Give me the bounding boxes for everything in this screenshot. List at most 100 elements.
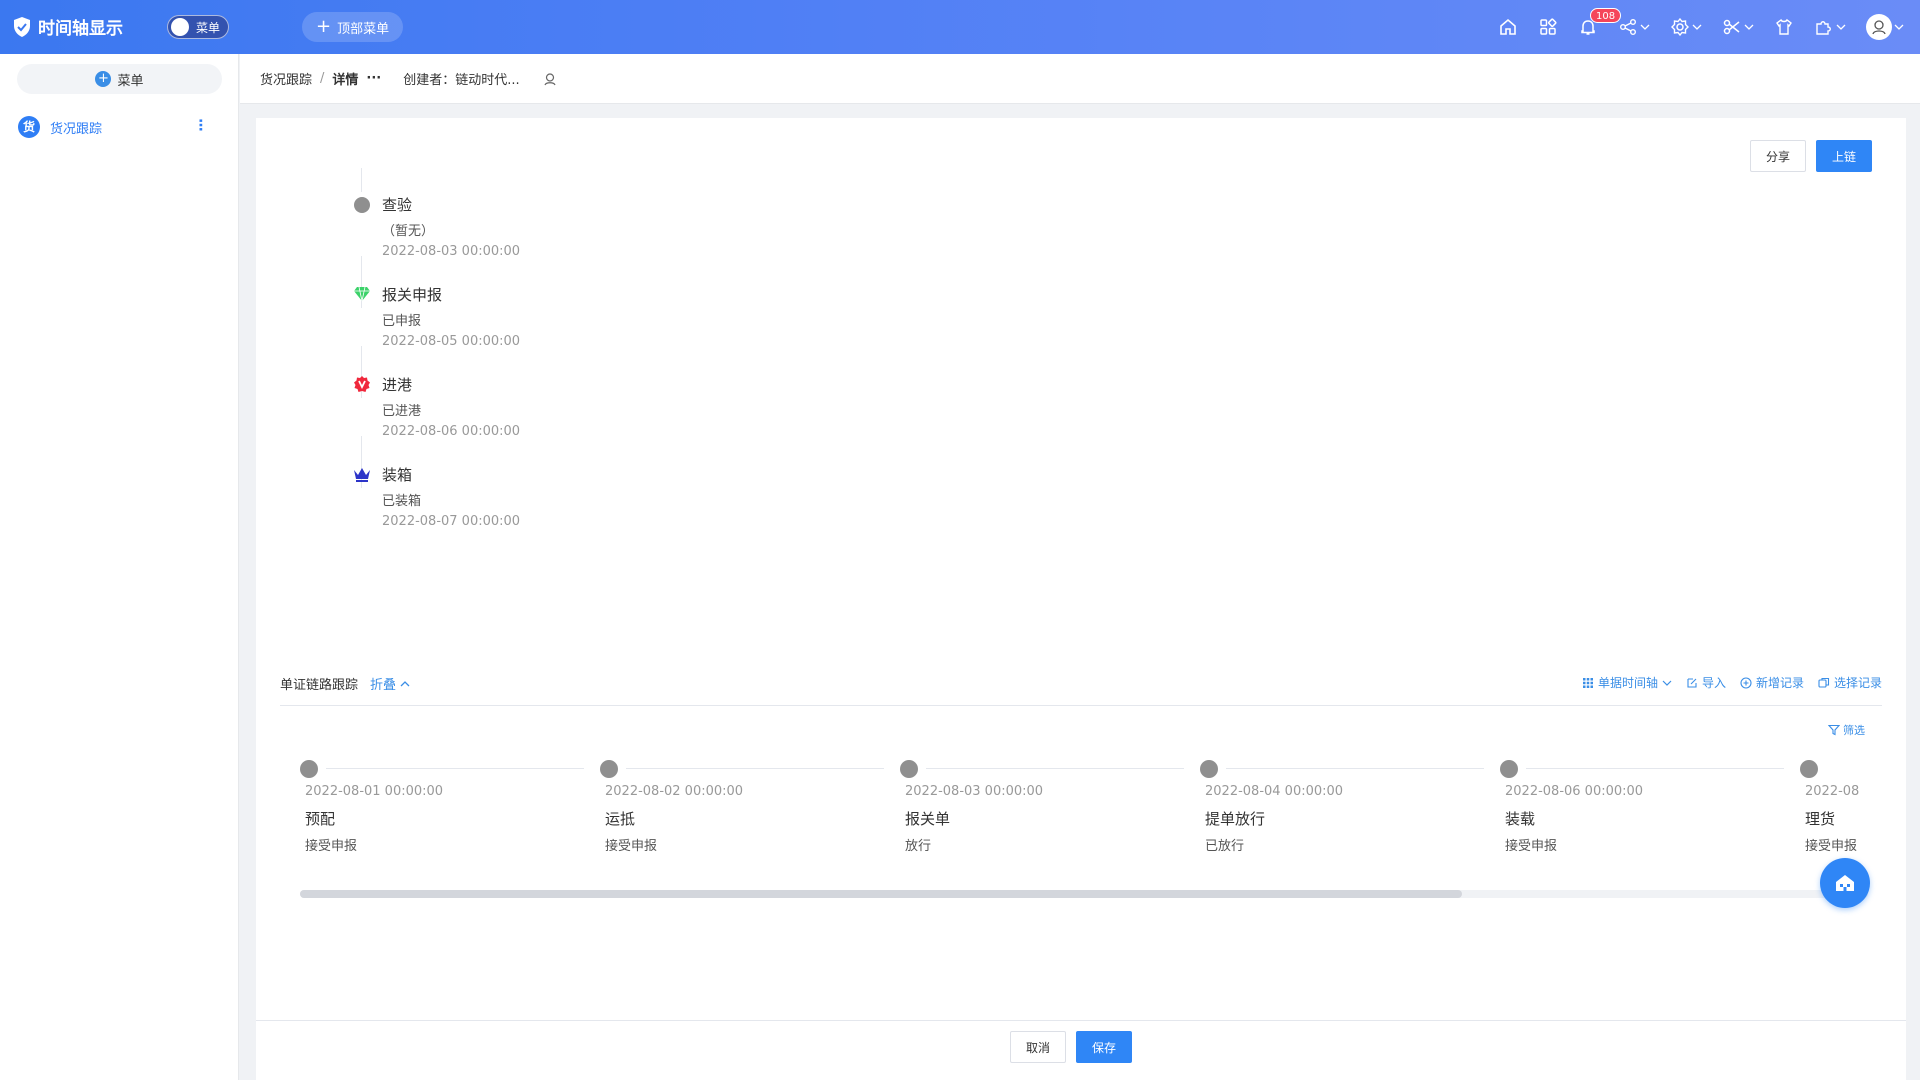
node-time: 2022-08 bbox=[1805, 784, 1860, 799]
avatar bbox=[1866, 14, 1892, 40]
timeline-item-title: 装箱 bbox=[382, 466, 413, 484]
timeline-connector bbox=[326, 768, 584, 769]
grid-icon bbox=[1582, 677, 1593, 688]
node-desc: 放行 bbox=[905, 839, 932, 854]
scrollbar-thumb[interactable] bbox=[300, 890, 1462, 898]
node-desc: 接受申报 bbox=[305, 839, 358, 854]
timeline-item-time: 2022-08-06 00:00:00 bbox=[382, 424, 521, 439]
sidebar: + 菜单 货 货况跟踪 ··· bbox=[0, 54, 239, 1080]
red-v-badge-icon bbox=[353, 375, 371, 393]
node-time: 2022-08-03 00:00:00 bbox=[905, 784, 1044, 799]
share-network-icon[interactable] bbox=[1618, 17, 1650, 37]
creator-avatar-icon bbox=[544, 72, 556, 85]
cargo-icon: 货 bbox=[18, 116, 40, 138]
fold-toggle[interactable]: 折叠 bbox=[370, 674, 410, 693]
timeline-item-desc: 已申报 bbox=[382, 314, 422, 329]
sidebar-add-menu-button[interactable]: + 菜单 bbox=[17, 64, 222, 94]
timeline-item-title: 报关申报 bbox=[382, 286, 443, 304]
share-button[interactable]: 分享 bbox=[1750, 140, 1806, 172]
shield-logo-icon bbox=[14, 16, 30, 37]
filter-icon bbox=[1828, 724, 1840, 736]
select-record-button[interactable]: 选择记录 bbox=[1818, 674, 1882, 691]
node-title: 运抵 bbox=[605, 810, 636, 828]
timeline-item-title: 进港 bbox=[382, 376, 413, 394]
timeline-node: 2022-08-04 00:00:00 提单放行 已放行 bbox=[1200, 758, 1500, 858]
chevron-up-icon bbox=[400, 681, 410, 687]
home-icon[interactable] bbox=[1498, 17, 1518, 37]
grey-dot-icon bbox=[1500, 760, 1518, 778]
tools-scissors-icon[interactable] bbox=[1722, 17, 1754, 37]
timeline-item-desc: 已进港 bbox=[382, 404, 422, 419]
user-avatar-menu[interactable] bbox=[1866, 14, 1904, 40]
add-record-label: 新增记录 bbox=[1755, 676, 1804, 690]
node-title: 理货 bbox=[1805, 810, 1836, 828]
edit-icon bbox=[1687, 677, 1697, 688]
chevron-down-icon bbox=[1744, 24, 1754, 30]
top-menu-label: 顶部菜单 bbox=[337, 21, 390, 37]
plus-circle-icon: + bbox=[95, 71, 112, 87]
copy-icon bbox=[1818, 677, 1830, 688]
timeline-connector bbox=[926, 768, 1184, 769]
chevron-down-icon bbox=[1836, 24, 1846, 30]
toggle-knob bbox=[171, 18, 189, 36]
grey-dot-icon bbox=[900, 760, 918, 778]
app-title: 时间轴显示 bbox=[38, 19, 123, 39]
on-chain-button[interactable]: 上链 bbox=[1816, 140, 1872, 172]
timeline-connector bbox=[1226, 768, 1484, 769]
node-title: 报关单 bbox=[905, 810, 951, 828]
settings-gear-icon[interactable] bbox=[1670, 17, 1702, 37]
horizontal-scrollbar[interactable] bbox=[300, 890, 1868, 898]
app-brand[interactable]: 时间轴显示 bbox=[12, 14, 123, 39]
user-avatar-icon bbox=[1872, 20, 1886, 35]
cancel-button[interactable]: 取消 bbox=[1010, 1031, 1066, 1063]
save-button[interactable]: 保存 bbox=[1076, 1031, 1132, 1063]
timeline-node: 2022-08-03 00:00:00 报关单 放行 bbox=[900, 758, 1200, 858]
timeline-item-time: 2022-08-05 00:00:00 bbox=[382, 334, 521, 349]
import-button[interactable]: 导入 bbox=[1686, 674, 1726, 691]
chevron-down-icon bbox=[1640, 24, 1650, 30]
top-menu-button[interactable]: + 顶部菜单 bbox=[302, 12, 404, 42]
sidebar-add-label: 菜单 bbox=[117, 73, 144, 89]
timeline-node: 2022-08-02 00:00:00 运抵 接受申报 bbox=[600, 758, 900, 858]
timeline-connector bbox=[626, 768, 884, 769]
more-vertical-icon[interactable]: ··· bbox=[192, 118, 208, 131]
timeline-node: 2022-08-06 00:00:00 装载 接受申报 bbox=[1500, 758, 1800, 858]
node-time: 2022-08-02 00:00:00 bbox=[605, 784, 744, 799]
document-chain-section-header: 单证链路跟踪 折叠 单据时间轴 导入 新增记录 选择记录 bbox=[280, 666, 1882, 706]
grey-dot-icon bbox=[1200, 760, 1218, 778]
timeline-connector bbox=[1526, 768, 1784, 769]
timeline-node: 2022-08 理货 接受申报 bbox=[1800, 758, 1868, 858]
timeline-item-time: 2022-08-07 00:00:00 bbox=[382, 514, 521, 529]
floating-home-button[interactable] bbox=[1820, 858, 1870, 908]
select-record-label: 选择记录 bbox=[1833, 676, 1882, 690]
form-footer: 取消 保存 bbox=[256, 1020, 1906, 1080]
filter-label: 筛选 bbox=[1843, 724, 1865, 737]
node-desc: 接受申报 bbox=[1505, 839, 1558, 854]
sidebar-item-cargo-tracking[interactable]: 货 货况跟踪 ··· bbox=[18, 114, 208, 140]
apps-grid-icon[interactable] bbox=[1538, 17, 1558, 37]
chevron-down-icon bbox=[1692, 24, 1702, 30]
grey-dot-icon bbox=[1800, 760, 1818, 778]
section-actions: 单据时间轴 导入 新增记录 选择记录 bbox=[1582, 674, 1882, 691]
timeline-item-time: 2022-08-03 00:00:00 bbox=[382, 244, 521, 259]
breadcrumb-root[interactable]: 货况跟踪 bbox=[260, 69, 312, 88]
breadcrumb-more[interactable]: ··· bbox=[366, 71, 381, 86]
detail-card: 分享 上链 查验 （暂无） 2022-08-03 00:00:00 报关申报 已… bbox=[256, 118, 1906, 1020]
node-desc: 接受申报 bbox=[1805, 839, 1858, 854]
timeline-item-desc: （暂无） bbox=[382, 224, 435, 239]
plugin-puzzle-icon[interactable] bbox=[1814, 17, 1846, 37]
theme-shirt-icon[interactable] bbox=[1774, 17, 1794, 37]
chevron-down-icon bbox=[1662, 680, 1672, 686]
view-select-dropdown[interactable]: 单据时间轴 bbox=[1582, 674, 1672, 691]
node-time: 2022-08-06 00:00:00 bbox=[1505, 784, 1644, 799]
menu-toggle-switch[interactable]: 菜单 bbox=[167, 15, 229, 39]
node-desc: 已放行 bbox=[1205, 839, 1245, 854]
creator-label: 创建者：链动时代... bbox=[403, 73, 520, 88]
node-title: 装载 bbox=[1505, 810, 1536, 828]
notification-bell-icon[interactable]: 108 bbox=[1578, 8, 1622, 37]
top-bar: 时间轴显示 菜单 + 顶部菜单 108 bbox=[0, 0, 1920, 54]
blue-crown-icon bbox=[353, 465, 371, 483]
filter-button[interactable]: 筛选 bbox=[1828, 722, 1865, 738]
plus-circle-icon bbox=[1740, 676, 1752, 689]
add-record-button[interactable]: 新增记录 bbox=[1740, 674, 1804, 691]
